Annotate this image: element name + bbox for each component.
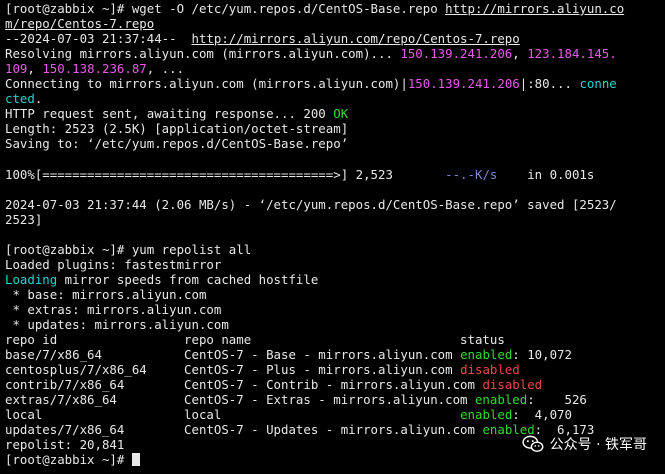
terminal-line: m/repo/Centos-7.repo bbox=[5, 16, 665, 31]
terminal-text: HTTP request sent, awaiting response... … bbox=[5, 106, 334, 122]
terminal-line: [root@zabbix ~]# wget -O /etc/yum.repos.… bbox=[5, 1, 665, 16]
terminal-line: base/7/x86_64 CentOS-7 - Base - mirrors.… bbox=[5, 347, 665, 362]
terminal-text: 150.139.241.206 bbox=[400, 46, 513, 62]
terminal-text: updates/7/x86_64 CentOS-7 - Updates - mi… bbox=[5, 422, 483, 438]
terminal-text: Length: 2523 (2.5K) [application/octet-s… bbox=[5, 121, 349, 137]
terminal-text: : 10,072 bbox=[512, 347, 572, 363]
terminal-text: , bbox=[27, 61, 43, 77]
terminal-text: disabled bbox=[482, 377, 543, 393]
terminal-line: Saving to: ‘/etc/yum.repos.d/CentOS-Base… bbox=[5, 136, 665, 151]
terminal-line: Resolving mirrors.aliyun.com (mirrors.al… bbox=[5, 46, 665, 61]
watermark-text: 公众号 · 铁军哥 bbox=[549, 437, 647, 453]
terminal-text: [root@zabbix ~]# bbox=[5, 452, 132, 468]
terminal-line: Length: 2523 (2.5K) [application/octet-s… bbox=[5, 121, 665, 136]
terminal-text: centosplus/7/x86_64 CentOS-7 - Plus - mi… bbox=[5, 362, 461, 378]
terminal-text: contrib/7/x86_64 CentOS-7 - Contrib - mi… bbox=[5, 377, 483, 393]
terminal-text: . bbox=[34, 91, 43, 107]
terminal-text: : 526 bbox=[527, 392, 587, 408]
terminal-text: --.-K/s bbox=[445, 166, 498, 182]
watermark: 公众号 · 铁军哥 bbox=[522, 434, 647, 454]
terminal-line: --2024-07-03 21:37:44-- http://mirrors.a… bbox=[5, 31, 665, 46]
terminal-line: * base: mirrors.aliyun.com bbox=[5, 287, 665, 302]
terminal-text: Loaded plugins: fastestmirror bbox=[5, 256, 222, 272]
terminal-text: local local bbox=[5, 407, 461, 423]
terminal-text: enabled bbox=[460, 347, 513, 363]
terminal-text: enabled bbox=[460, 407, 513, 423]
terminal-text: 2024-07-03 21:37:44 (2.06 MB/s) - ‘/etc/… bbox=[5, 196, 617, 212]
terminal-line: [root@zabbix ~]# yum repolist all bbox=[5, 242, 665, 257]
terminal-text: OK bbox=[333, 106, 349, 122]
terminal-text: [root@zabbix ~]# wget -O /etc/yum.repos.… bbox=[5, 1, 446, 16]
terminal-cursor bbox=[131, 453, 140, 467]
terminal-line: contrib/7/x86_64 CentOS-7 - Contrib - mi… bbox=[5, 377, 665, 392]
terminal-text: 150.138.236.87 bbox=[42, 61, 147, 77]
terminal-line: Loaded plugins: fastestmirror bbox=[5, 257, 665, 272]
terminal-text: conne bbox=[579, 76, 617, 92]
terminal-line: Connecting to mirrors.aliyun.com (mirror… bbox=[5, 76, 665, 91]
terminal-text: repolist: 20,841 bbox=[5, 437, 125, 453]
terminal-line: HTTP request sent, awaiting response... … bbox=[5, 106, 665, 121]
terminal-text: repo id repo name status bbox=[5, 332, 505, 348]
terminal-text: * base: mirrors.aliyun.com bbox=[5, 286, 207, 302]
terminal-text: 2523] bbox=[5, 211, 43, 227]
terminal-text: : 4,070 bbox=[512, 407, 572, 423]
terminal-text: Resolving mirrors.aliyun.com (mirrors.al… bbox=[5, 46, 401, 62]
terminal-text: base/7/x86_64 CentOS-7 - Base - mirrors.… bbox=[5, 347, 461, 363]
terminal-line: * updates: mirrors.aliyun.com bbox=[5, 317, 665, 332]
terminal-text: enabled bbox=[474, 392, 528, 408]
terminal-text: Loading bbox=[5, 271, 58, 287]
terminal-text: mirror speeds from cached hostfile bbox=[57, 271, 319, 287]
terminal-link[interactable]: http://mirrors.aliyun.com/repo/Centos-7.… bbox=[192, 31, 520, 46]
terminal-text: extras/7/x86_64 CentOS-7 - Extras - mirr… bbox=[5, 392, 475, 408]
terminal-text: cted bbox=[5, 91, 35, 107]
terminal-line: local local enabled: 4,070 bbox=[5, 407, 665, 422]
terminal-text: disabled bbox=[460, 362, 520, 378]
terminal-line: 109, 150.138.236.87, ... bbox=[5, 61, 665, 76]
terminal-line: repo id repo name status bbox=[5, 332, 665, 347]
terminal-text: in 0.001s bbox=[497, 166, 595, 182]
terminal-text: Saving to: ‘/etc/yum.repos.d/CentOS-Base… bbox=[5, 136, 349, 152]
terminal-text: |:80... bbox=[519, 76, 580, 92]
terminal-line: extras/7/x86_64 CentOS-7 - Extras - mirr… bbox=[5, 392, 665, 407]
terminal-line: 2523] bbox=[5, 212, 665, 227]
terminal-line: centosplus/7/x86_64 CentOS-7 - Plus - mi… bbox=[5, 362, 665, 377]
terminal-text: Connecting to mirrors.aliyun.com (mirror… bbox=[5, 76, 408, 92]
wechat-icon bbox=[522, 435, 544, 452]
terminal-text: , ... bbox=[146, 61, 185, 77]
terminal-text: 123.184.145. bbox=[527, 46, 617, 62]
terminal-text: 150.139.241.206 bbox=[407, 76, 520, 92]
terminal-line: [root@zabbix ~]# bbox=[5, 452, 665, 467]
terminal-text: 100%[===================================… bbox=[5, 166, 446, 182]
terminal-line: * extras: mirrors.aliyun.com bbox=[5, 302, 665, 317]
terminal-text: * extras: mirrors.aliyun.com bbox=[5, 301, 222, 317]
terminal-line: 100%[===================================… bbox=[5, 167, 665, 182]
terminal-line: 2024-07-03 21:37:44 (2.06 MB/s) - ‘/etc/… bbox=[5, 197, 665, 212]
terminal-text: , bbox=[512, 46, 528, 62]
terminal-text: [root@zabbix ~]# yum repolist all bbox=[5, 241, 252, 257]
terminal-link[interactable]: http://mirrors.aliyun.co bbox=[445, 1, 624, 16]
terminal-text: * updates: mirrors.aliyun.com bbox=[5, 316, 229, 332]
terminal-line: cted. bbox=[5, 91, 665, 106]
terminal-text: 109 bbox=[5, 61, 28, 77]
terminal-line: Loading mirror speeds from cached hostfi… bbox=[5, 272, 665, 287]
terminal-output[interactable]: [root@zabbix ~]# wget -O /etc/yum.repos.… bbox=[0, 0, 665, 474]
terminal-text: --2024-07-03 21:37:44-- bbox=[5, 31, 192, 47]
terminal-link[interactable]: m/repo/Centos-7.repo bbox=[5, 16, 154, 31]
